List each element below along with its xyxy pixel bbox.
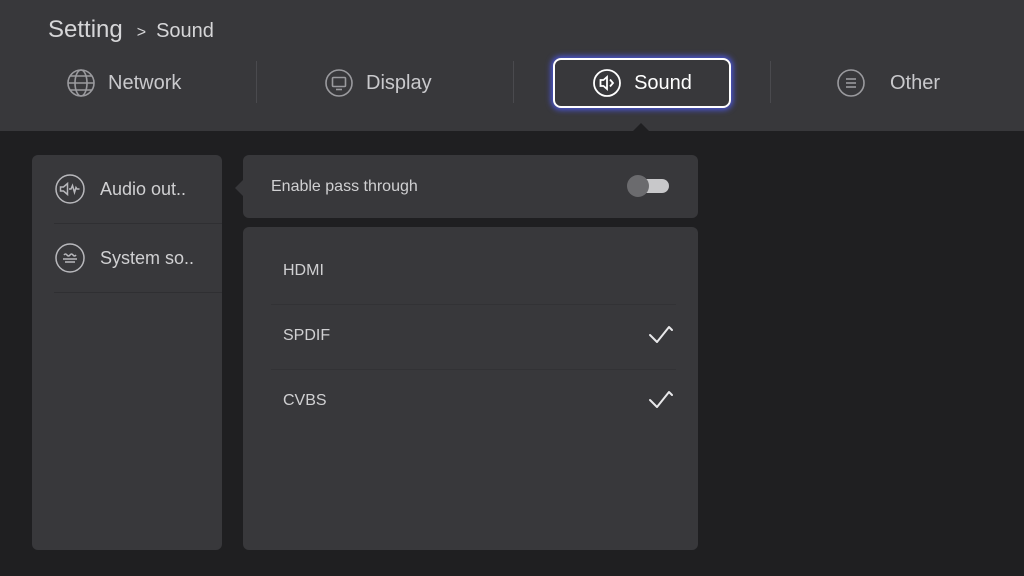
option-label: SPDIF bbox=[283, 327, 331, 344]
tab-other-label: Other bbox=[890, 71, 941, 94]
selection-pointer bbox=[235, 180, 243, 196]
option-label: CVBS bbox=[283, 392, 327, 409]
pass-through-label: Enable pass through bbox=[271, 177, 418, 195]
active-tab-caret bbox=[632, 123, 650, 132]
sidebar-item-label: Audio out.. bbox=[100, 178, 187, 199]
sidebar-item-label: System so.. bbox=[100, 247, 195, 268]
menu-icon bbox=[836, 68, 866, 98]
pass-through-row[interactable]: Enable pass through bbox=[243, 155, 698, 218]
speaker-icon bbox=[592, 68, 622, 98]
breadcrumb-separator: > bbox=[136, 24, 147, 41]
sidebar-item-system-sound[interactable]: System so.. bbox=[32, 224, 222, 292]
sidebar-divider bbox=[54, 292, 222, 293]
audio-output-options: HDMI SPDIF CVBS bbox=[243, 227, 698, 550]
breadcrumb: Setting > Sound bbox=[48, 16, 214, 44]
system-sound-icon bbox=[54, 242, 86, 274]
tab-other[interactable]: Other bbox=[836, 58, 940, 108]
checkmark-icon bbox=[648, 322, 674, 348]
audio-output-icon bbox=[54, 173, 86, 205]
sidebar: Audio out.. System so.. bbox=[32, 155, 222, 550]
tab-display[interactable]: Display bbox=[324, 58, 432, 108]
tab-network[interactable]: Network bbox=[66, 58, 181, 108]
tab-sound[interactable]: Sound bbox=[553, 58, 731, 108]
breadcrumb-current: Sound bbox=[156, 20, 214, 42]
tab-network-label: Network bbox=[108, 71, 182, 94]
monitor-icon bbox=[324, 68, 354, 98]
tab-divider bbox=[770, 61, 771, 103]
sidebar-item-audio-output[interactable]: Audio out.. bbox=[32, 155, 222, 223]
breadcrumb-root[interactable]: Setting bbox=[48, 16, 123, 44]
globe-icon bbox=[66, 68, 96, 98]
option-label: HDMI bbox=[283, 262, 324, 279]
tab-display-label: Display bbox=[366, 71, 432, 94]
checkmark-icon bbox=[648, 387, 674, 413]
tab-divider bbox=[256, 61, 257, 103]
tab-sound-label: Sound bbox=[634, 71, 692, 94]
top-bar: Setting > Sound Network Display Sound Ot… bbox=[0, 0, 1024, 132]
pass-through-toggle[interactable] bbox=[627, 175, 669, 197]
option-spdif[interactable]: SPDIF bbox=[243, 304, 698, 368]
tab-divider bbox=[513, 61, 514, 103]
toggle-knob bbox=[627, 175, 649, 197]
option-hdmi[interactable]: HDMI bbox=[243, 239, 698, 303]
option-cvbs[interactable]: CVBS bbox=[243, 369, 698, 433]
